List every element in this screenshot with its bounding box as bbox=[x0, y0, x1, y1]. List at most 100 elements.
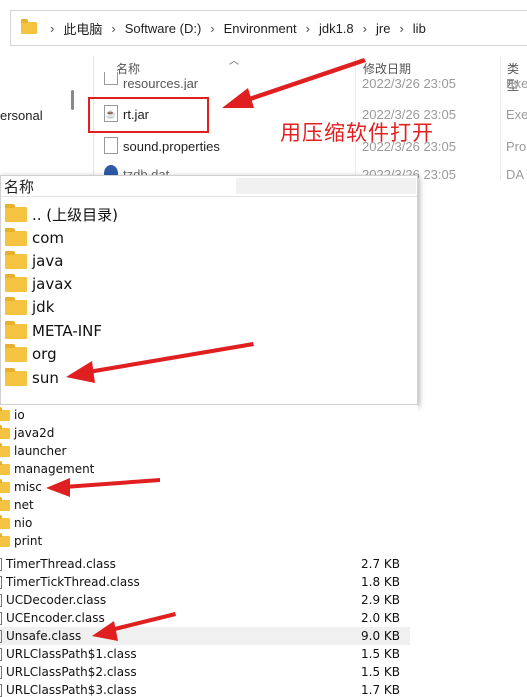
item-label: io bbox=[14, 408, 25, 422]
file-icon bbox=[0, 576, 2, 589]
archive-item-com[interactable]: com bbox=[5, 227, 64, 249]
item-label: java bbox=[32, 252, 64, 270]
annotation-text: 用压缩软件打开 bbox=[280, 121, 434, 145]
sun-item-print[interactable]: print bbox=[0, 532, 42, 550]
file-name: TimerThread.class bbox=[6, 557, 116, 571]
class-file-row[interactable]: TimerThread.class 2.7 KB bbox=[0, 555, 410, 573]
class-file-row-unsafe[interactable]: Unsafe.class 9.0 KB bbox=[0, 627, 410, 645]
archive-item-jdk[interactable]: jdk bbox=[5, 296, 54, 318]
chevron-right-icon: › bbox=[50, 20, 55, 36]
address-bar[interactable]: › 此电脑 › Software (D:) › Environment › jd… bbox=[10, 10, 527, 46]
file-icon bbox=[0, 594, 2, 607]
sort-up-icon: ︿ bbox=[229, 56, 239, 67]
item-label: .. (上级目录) bbox=[32, 205, 119, 224]
folder-icon bbox=[5, 367, 27, 386]
folder-icon bbox=[5, 320, 27, 339]
file-name: URLClassPath$2.class bbox=[6, 665, 137, 679]
sidebar-item-personal[interactable]: ersonal bbox=[0, 108, 43, 123]
archive-item-sun[interactable]: sun bbox=[5, 367, 59, 389]
file-name: TimerTickThread.class bbox=[6, 575, 140, 589]
file-size: 9.0 KB bbox=[361, 629, 400, 643]
sun-item-net[interactable]: net bbox=[0, 496, 34, 514]
class-file-row[interactable]: URLClassPath$1.class 1.5 KB bbox=[0, 645, 410, 663]
file-type: Pro bbox=[506, 139, 527, 154]
item-label: net bbox=[14, 498, 34, 512]
chevron-right-icon: › bbox=[210, 20, 215, 36]
breadcrumb-this-pc[interactable]: 此电脑 bbox=[63, 19, 102, 38]
file-size: 2.7 KB bbox=[361, 557, 400, 571]
folder-icon bbox=[5, 296, 27, 315]
file-name: UCEncoder.class bbox=[6, 611, 105, 625]
misc-folder-window: TimerThread.class 2.7 KB TimerTickThread.… bbox=[0, 553, 410, 697]
sun-item-misc[interactable]: misc bbox=[0, 478, 42, 496]
chevron-right-icon: › bbox=[111, 20, 116, 36]
sidebar-scrollbar[interactable] bbox=[71, 90, 74, 110]
file-size: 1.5 KB bbox=[361, 647, 400, 661]
file-icon bbox=[0, 558, 2, 571]
folder-icon bbox=[5, 343, 27, 362]
file-icon bbox=[0, 666, 2, 679]
folder-icon bbox=[0, 478, 10, 493]
class-file-row[interactable]: URLClassPath$2.class 1.5 KB bbox=[0, 663, 410, 681]
sun-item-java2d[interactable]: java2d bbox=[0, 424, 54, 442]
folder-icon bbox=[0, 406, 10, 421]
breadcrumb-environment[interactable]: Environment bbox=[224, 21, 297, 36]
archive-item-meta-inf[interactable]: META-INF bbox=[5, 320, 102, 342]
item-label: nio bbox=[14, 516, 33, 530]
class-file-row[interactable]: UCDecoder.class 2.9 KB bbox=[0, 591, 410, 609]
file-size: 1.7 KB bbox=[361, 683, 400, 697]
sun-folder-window: io java2d launcher management misc net n… bbox=[0, 405, 418, 550]
folder-icon bbox=[0, 514, 10, 529]
archive-window: 名称 .. (上级目录) com java javax jdk META-INF… bbox=[0, 175, 418, 405]
folder-icon bbox=[0, 496, 10, 511]
sun-item-io[interactable]: io bbox=[0, 406, 25, 424]
breadcrumb-lib[interactable]: lib bbox=[413, 21, 426, 36]
sun-item-nio[interactable]: nio bbox=[0, 514, 32, 532]
breadcrumb-jre[interactable]: jre bbox=[376, 21, 390, 36]
archive-item-org[interactable]: org bbox=[5, 343, 57, 365]
folder-icon bbox=[5, 227, 27, 246]
column-header-bg bbox=[236, 178, 416, 194]
breadcrumb-jdk[interactable]: jdk1.8 bbox=[319, 21, 354, 36]
sun-item-launcher[interactable]: launcher bbox=[0, 442, 66, 460]
folder-icon bbox=[5, 250, 27, 269]
chevron-right-icon: › bbox=[399, 20, 404, 36]
file-icon bbox=[0, 684, 2, 697]
folder-icon bbox=[5, 203, 27, 222]
item-label: jdk bbox=[32, 298, 55, 316]
file-size: 2.0 KB bbox=[361, 611, 400, 625]
file-size: 1.5 KB bbox=[361, 665, 400, 679]
file-name: resources.jar bbox=[123, 76, 199, 90]
item-label: javax bbox=[32, 275, 73, 293]
archive-item-java[interactable]: java bbox=[5, 250, 63, 272]
class-file-row[interactable]: TimerTickThread.class 1.8 KB bbox=[0, 573, 410, 591]
breadcrumb-drive[interactable]: Software (D:) bbox=[125, 21, 202, 36]
archive-item-javax[interactable]: javax bbox=[5, 273, 72, 295]
folder-icon bbox=[0, 424, 10, 439]
archive-item-parent[interactable]: .. (上级目录) bbox=[5, 203, 118, 225]
folder-icon bbox=[0, 532, 10, 547]
file-icon bbox=[0, 630, 2, 643]
item-label: management bbox=[14, 462, 95, 476]
item-label: misc bbox=[14, 480, 42, 494]
folder-icon bbox=[0, 460, 10, 475]
file-name: URLClassPath$3.class bbox=[6, 683, 137, 697]
file-type: Exe bbox=[506, 107, 527, 122]
item-label: org bbox=[32, 345, 57, 363]
item-label: sun bbox=[32, 369, 59, 387]
folder-icon bbox=[21, 19, 37, 34]
class-file-row[interactable]: URLClassPath$3.class 1.7 KB bbox=[0, 681, 410, 697]
highlight-box bbox=[88, 97, 209, 133]
item-label: java2d bbox=[14, 426, 55, 440]
column-header-name[interactable]: 名称 bbox=[4, 176, 34, 197]
class-file-row[interactable]: UCEncoder.class 2.0 KB bbox=[0, 609, 410, 627]
sun-item-management[interactable]: management bbox=[0, 460, 94, 478]
file-row[interactable]: resources.jar 2022/3/26 23:05 Exe bbox=[100, 72, 527, 90]
explorer-window: › 此电脑 › Software (D:) › Environment › jd… bbox=[0, 0, 527, 180]
file-name: Unsafe.class bbox=[6, 629, 82, 643]
file-icon bbox=[104, 137, 118, 154]
item-label: com bbox=[32, 229, 65, 247]
folder-icon bbox=[5, 273, 27, 292]
header-divider bbox=[1, 196, 417, 197]
file-icon bbox=[0, 612, 2, 625]
